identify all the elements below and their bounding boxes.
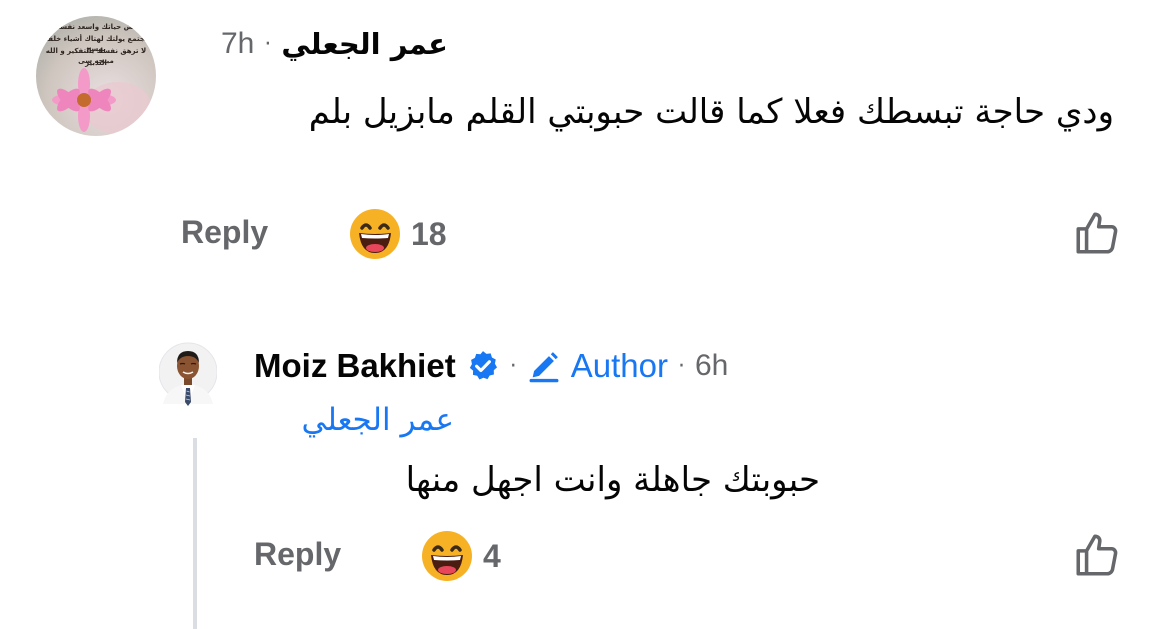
reply-text: حبوبتك جاهلة وانت اجهل منها [405,460,820,500]
reply-button[interactable]: Reply [181,214,268,251]
commenter-avatar[interactable]: عش حياتك واسعد نفسك مجتمع يولتك لهتاك أش… [36,16,156,136]
avatar-caption-line: عش حياتك واسعد نفسك [53,23,139,31]
laughing-emoji-icon [422,531,472,581]
thread-connector-line [193,438,197,629]
separator-dot: · [509,353,517,379]
thumbs-up-icon[interactable] [1072,208,1122,258]
author-avatar[interactable] [159,336,217,408]
reaction-summary[interactable]: 4 [421,530,501,582]
mention-link[interactable]: عمر الجعلي [254,402,454,438]
author-name[interactable]: Moiz Bakhiet [254,347,456,385]
separator-dot: · [677,353,685,379]
verified-badge-icon [469,351,497,380]
reply-header: Moiz Bakhiet · Author · 6h [254,344,728,388]
comment-text: ودي حاجة تبسطك فعلا كما قالت حبوبتي القل… [308,92,1114,132]
pencil-icon [529,352,559,383]
reply-time[interactable]: 6h [695,349,728,383]
avatar-caption-line: التدبير [85,59,107,67]
comment-header: 7h · عمر الجعلي [221,26,448,62]
separator-dot: · [264,31,272,57]
reaction-summary[interactable]: 18 [349,208,447,260]
reaction-count: 4 [483,537,501,574]
laughing-emoji-icon [350,209,400,259]
reply-button[interactable]: Reply [254,536,341,573]
comment-time[interactable]: 7h [221,27,254,61]
commenter-name[interactable]: عمر الجعلي [281,27,448,61]
thumbs-up-icon[interactable] [1072,530,1122,580]
reaction-count: 18 [411,215,447,252]
author-badge: Author [570,347,668,384]
